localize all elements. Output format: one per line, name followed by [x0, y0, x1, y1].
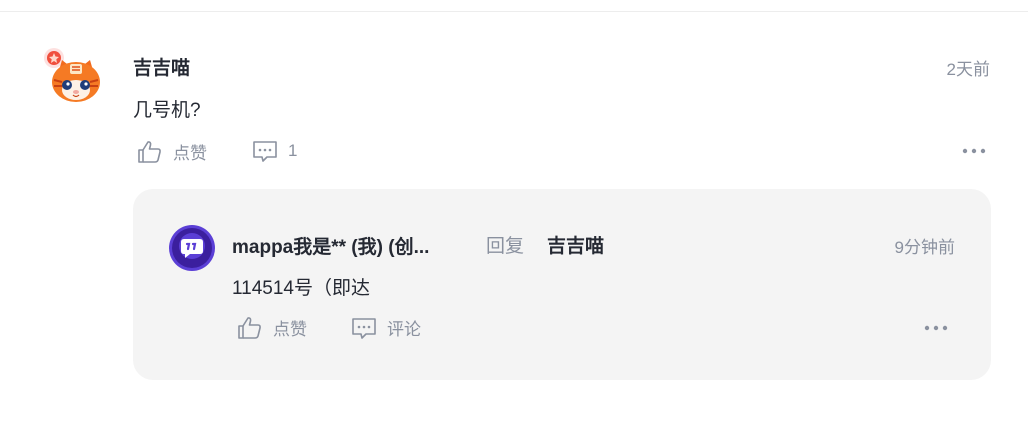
thumbs-up-icon [238, 316, 261, 339]
reply-comment-button[interactable]: 评论 [351, 315, 421, 340]
reply-like-button[interactable]: 点赞 [237, 315, 307, 340]
reply-word: 回复 [486, 236, 525, 257]
reply-container: mappa我是** (我) (创... 回复 吉吉喵 9分钟前 114514号（… [133, 189, 991, 380]
reply-more-options-button[interactable] [924, 321, 948, 339]
reply-content: 114514号（即达 [232, 278, 370, 299]
comment-content: 几号机? [133, 100, 201, 121]
more-options-button[interactable] [962, 144, 986, 162]
reply-like-label: 点赞 [273, 320, 307, 339]
comment-bubble-icon [253, 141, 277, 162]
like-label: 点赞 [173, 144, 207, 163]
more-dots-icon [962, 148, 986, 154]
comment-bubble-icon [352, 317, 376, 339]
reply-comment-label: 评论 [387, 320, 421, 339]
top-divider [0, 11, 1028, 12]
reply-target-user[interactable]: 吉吉喵 [547, 231, 604, 258]
comment-author[interactable]: 吉吉喵 [133, 53, 190, 80]
more-dots-icon [924, 325, 948, 331]
comment-time: 2天前 [946, 60, 990, 79]
reply-author[interactable]: mappa我是** (我) (创... [232, 232, 429, 259]
thumbs-up-icon [138, 140, 161, 163]
like-button[interactable]: 点赞 [137, 139, 207, 164]
tiger-avatar[interactable] [44, 44, 108, 108]
reply-count-button[interactable]: 1 [252, 139, 297, 163]
reply-time: 9分钟前 [894, 238, 955, 257]
reply-count: 1 [288, 141, 298, 160]
reply-avatar[interactable] [169, 225, 215, 271]
